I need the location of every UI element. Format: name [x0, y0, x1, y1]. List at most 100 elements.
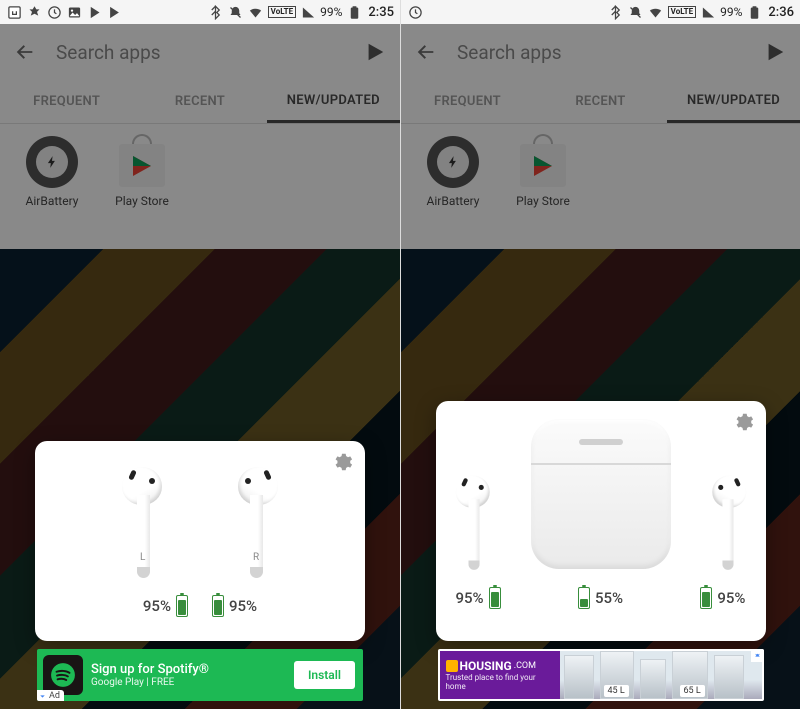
airpods-row: L R: [51, 459, 349, 577]
status-left-icons: [407, 4, 423, 20]
left-airpod: [457, 476, 496, 570]
right-pod-letter: R: [253, 552, 259, 563]
phone-left: VoLTE 99% 2:35 Search apps FREQUENT RECE…: [0, 0, 400, 709]
battery-charging-icon: [212, 595, 224, 617]
left-pod-letter: L: [140, 552, 145, 563]
ad-brand: HOUSING.COM: [446, 659, 554, 673]
volte-icon: VoLTE: [268, 6, 296, 18]
clock-icon: [407, 4, 423, 20]
tabs: FREQUENT RECENT NEW/UPDATED: [0, 80, 400, 124]
status-clock: 2:35: [368, 5, 394, 20]
ad-image: 45 L 65 L: [560, 651, 762, 699]
airpods-case: [531, 419, 671, 569]
battery-charging-icon: [700, 587, 712, 609]
status-bar: VoLTE 99% 2:35: [0, 0, 400, 24]
status-right-icons: VoLTE 99% 2:36: [608, 4, 794, 20]
apps-row: AirBattery Play Store: [0, 124, 400, 220]
settings-icon[interactable]: [331, 451, 353, 473]
photos-icon: [26, 4, 42, 20]
mute-icon: [228, 4, 244, 20]
ad-text: Sign up for Spotify® Google Play | FREE: [89, 662, 294, 688]
play-store-icon[interactable]: [764, 41, 786, 63]
signal-icon: [300, 4, 316, 20]
app-label: Play Store: [516, 194, 570, 208]
left-pod-pct: 95%: [143, 597, 171, 615]
right-pod-battery: 95%: [212, 595, 257, 617]
tab-frequent[interactable]: FREQUENT: [401, 80, 534, 123]
app-playstore[interactable]: Play Store: [108, 136, 176, 208]
ad-close-icon[interactable]: [751, 649, 764, 662]
status-bar: VoLTE 99% 2:36: [401, 0, 800, 24]
play-icon-2: [106, 4, 122, 20]
notif-icon: [6, 4, 22, 20]
ad-subtitle: Google Play | FREE: [91, 677, 294, 688]
app-drawer: Search apps FREQUENT RECENT NEW/UPDATED …: [401, 24, 800, 249]
right-pod-pct: 95%: [229, 597, 257, 615]
right-pod-battery: 95%: [700, 587, 745, 609]
case-battery: 55%: [578, 587, 623, 609]
back-icon[interactable]: [415, 41, 437, 63]
play-icon: [86, 4, 102, 20]
battery-pct: 99%: [720, 5, 742, 19]
battery-stats: 95% 95%: [51, 595, 349, 617]
ad-install-button[interactable]: Install: [294, 661, 355, 689]
bluetooth-icon: [208, 4, 224, 20]
clock-icon: [46, 4, 62, 20]
search-input[interactable]: Search apps: [56, 41, 344, 64]
app-airbattery[interactable]: AirBattery: [419, 136, 487, 208]
app-playstore[interactable]: Play Store: [509, 136, 577, 208]
status-clock: 2:36: [768, 5, 794, 20]
mute-icon: [628, 4, 644, 20]
left-airpod: L: [124, 467, 170, 577]
battery-pct: 99%: [320, 5, 342, 19]
app-label: AirBattery: [427, 194, 480, 208]
ad-brand-block: HOUSING.COM Trusted place to find your h…: [440, 651, 560, 699]
price-tag-1: 45 L: [604, 685, 629, 697]
bluetooth-icon: [608, 4, 624, 20]
housing-ad[interactable]: HOUSING.COM Trusted place to find your h…: [438, 649, 764, 701]
battery-icon: [346, 4, 362, 20]
house-icon: [446, 660, 458, 672]
airbattery-popup: L R 95% 95%: [35, 441, 365, 641]
battery-level-icon: [176, 595, 188, 617]
ad-badge[interactable]: Ad: [37, 690, 64, 701]
left-pod-battery: 95%: [456, 587, 501, 609]
search-input[interactable]: Search apps: [457, 41, 744, 64]
wifi-icon: [648, 4, 664, 20]
wifi-icon: [248, 4, 264, 20]
price-tag-2: 65 L: [680, 685, 705, 697]
airbattery-icon: [26, 136, 78, 188]
tab-frequent[interactable]: FREQUENT: [0, 80, 133, 123]
right-airpod: [705, 476, 744, 570]
settings-icon[interactable]: [732, 411, 754, 433]
tab-new-updated[interactable]: NEW/UPDATED: [267, 80, 400, 123]
spotify-logo-icon: [43, 655, 83, 695]
app-drawer: Search apps FREQUENT RECENT NEW/UPDATED …: [0, 24, 400, 249]
airbattery-icon: [427, 136, 479, 188]
case-pct: 55%: [595, 589, 623, 607]
spotify-ad[interactable]: Sign up for Spotify® Google Play | FREE …: [37, 649, 363, 701]
airbattery-popup: 95% 55% 95%: [436, 401, 766, 641]
status-right-icons: VoLTE 99% 2:35: [208, 4, 394, 20]
left-pod-pct: 95%: [456, 589, 484, 607]
play-store-icon[interactable]: [364, 41, 386, 63]
right-airpod: R: [230, 467, 276, 577]
battery-stats: 95% 55% 95%: [452, 587, 750, 609]
battery-level-icon: [489, 587, 501, 609]
battery-level-icon: [578, 587, 590, 609]
search-row: Search apps: [401, 24, 800, 80]
ad-tagline: Trusted place to find your home: [446, 673, 554, 691]
back-icon[interactable]: [14, 41, 36, 63]
right-pod-pct: 95%: [717, 589, 745, 607]
devices-row: [452, 411, 750, 569]
battery-icon: [746, 4, 762, 20]
ad-title: Sign up for Spotify®: [91, 662, 294, 677]
tab-recent[interactable]: RECENT: [133, 80, 266, 123]
tab-new-updated[interactable]: NEW/UPDATED: [667, 80, 800, 123]
tab-recent[interactable]: RECENT: [534, 80, 667, 123]
phone-right: VoLTE 99% 2:36 Search apps FREQUENT RECE…: [400, 0, 800, 709]
app-label: AirBattery: [26, 194, 79, 208]
left-pod-battery: 95%: [143, 595, 188, 617]
app-airbattery[interactable]: AirBattery: [18, 136, 86, 208]
signal-icon: [700, 4, 716, 20]
